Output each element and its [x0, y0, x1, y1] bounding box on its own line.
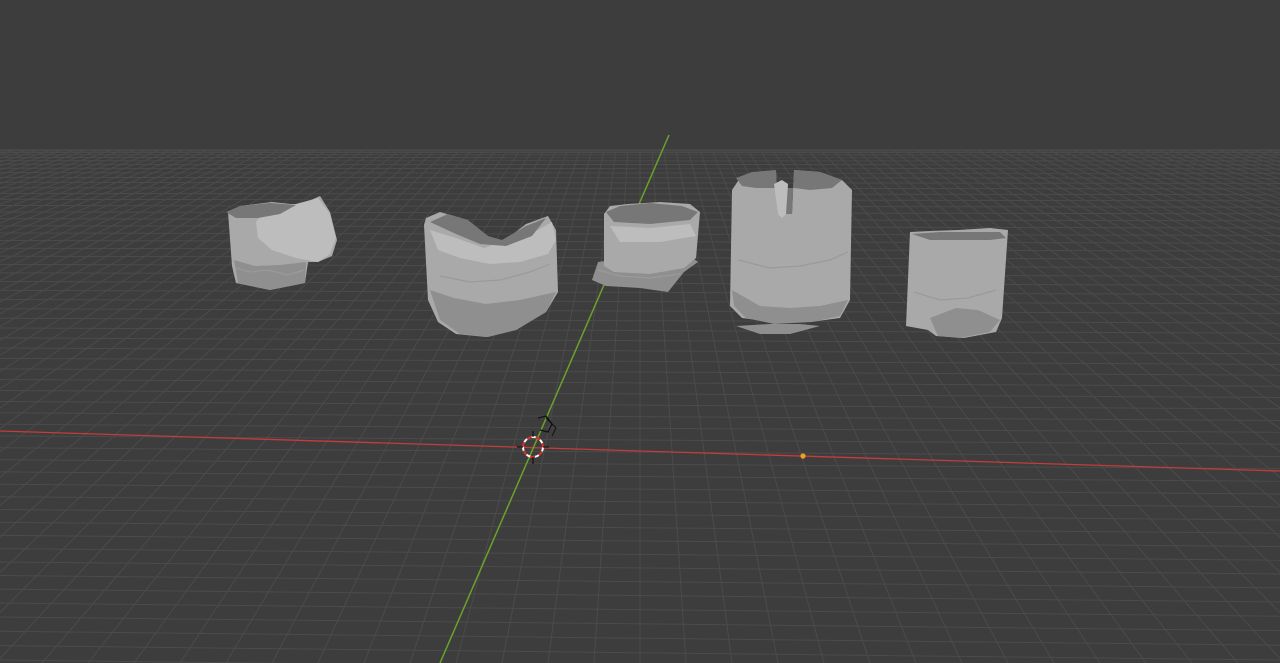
- grid-line: [1179, 149, 1280, 185]
- 3d-viewport[interactable]: [0, 0, 1280, 663]
- scan-object-3[interactable]: [592, 202, 700, 292]
- grid-line: [1155, 149, 1280, 195]
- scan-object-2[interactable]: [424, 212, 558, 337]
- grid-line: [0, 149, 77, 175]
- grid-line: [0, 149, 269, 281]
- grid-line: [1215, 149, 1280, 171]
- viewport-canvas[interactable]: [0, 0, 1280, 663]
- grid-line: [1131, 149, 1280, 205]
- grid-line: [0, 149, 101, 185]
- grid-line: [0, 149, 125, 195]
- scan-object-4[interactable]: [730, 170, 852, 334]
- grid-line: [0, 149, 65, 171]
- scan-object-1[interactable]: [226, 196, 337, 290]
- object-origin-icon: [800, 453, 806, 459]
- grid-line: [1203, 149, 1280, 175]
- scan-object-5[interactable]: [906, 228, 1008, 338]
- grid-line: [0, 149, 197, 231]
- grid-line: [0, 149, 113, 189]
- grid-line: [0, 149, 401, 453]
- grid-line: [0, 149, 149, 205]
- grid-line: [0, 149, 233, 254]
- grid-line: [0, 149, 245, 263]
- grid-line: [0, 149, 437, 538]
- grid-line: [1167, 149, 1280, 189]
